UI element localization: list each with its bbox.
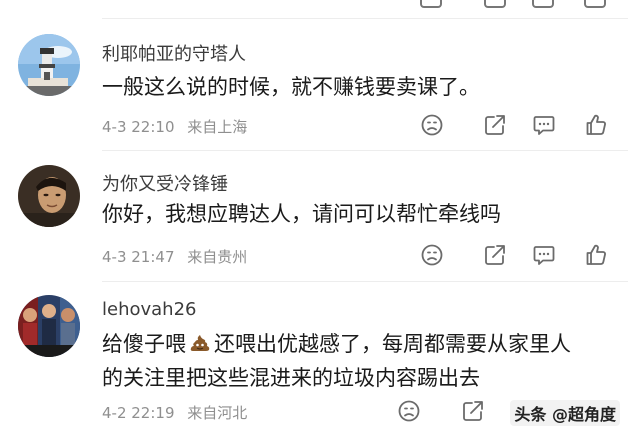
comment-meta: 4-3 22:10 来自上海 bbox=[102, 116, 255, 137]
thumbs-up-icon bbox=[586, 114, 606, 135]
like-button[interactable] bbox=[583, 242, 609, 268]
comment-location: 来自上海 bbox=[187, 118, 248, 136]
previous-comment-fragment bbox=[0, 0, 640, 14]
watermark-text: 头条 @超角度 bbox=[514, 405, 616, 424]
dislike-button[interactable] bbox=[419, 112, 445, 138]
dislike-button[interactable] bbox=[419, 242, 445, 268]
thumbs-down-face-icon bbox=[398, 400, 420, 422]
share-button[interactable] bbox=[482, 242, 508, 268]
comment-text: 一般这么说的时候，就不赚钱要卖课了。 bbox=[102, 75, 480, 99]
comment-text-line: 的关注里把这些混进来的垃圾内容踢出去 bbox=[102, 366, 480, 390]
comment-text-line: 给傻子喂 还喂出优越感了，每周都需要从家里人 bbox=[102, 327, 571, 361]
share-icon[interactable] bbox=[484, 0, 506, 8]
comment-location: 来自河北 bbox=[187, 404, 248, 422]
comment-date: 4-3 21:47 bbox=[102, 248, 175, 266]
comment-text-part: 还喂出优越感了，每周都需要从家里人 bbox=[214, 332, 571, 356]
thumbs-down-face-icon bbox=[421, 114, 443, 136]
reply-button[interactable] bbox=[531, 112, 557, 138]
dislike-button[interactable] bbox=[396, 398, 422, 424]
avatar[interactable] bbox=[18, 165, 80, 227]
share-button[interactable] bbox=[460, 398, 486, 424]
poop-emoji-icon bbox=[190, 335, 210, 351]
reply-button[interactable] bbox=[531, 242, 557, 268]
comment-location: 来自贵州 bbox=[187, 248, 248, 266]
comment-icon[interactable] bbox=[532, 0, 554, 8]
comment-date: 4-2 22:19 bbox=[102, 404, 175, 422]
comment-icon bbox=[533, 246, 555, 265]
share-icon bbox=[485, 245, 505, 265]
avatar[interactable] bbox=[18, 34, 80, 96]
share-icon bbox=[463, 401, 483, 421]
comment-icon bbox=[533, 116, 555, 135]
username[interactable]: 为你又受冷锋锤 bbox=[102, 170, 228, 196]
share-icon bbox=[485, 115, 505, 135]
divider bbox=[102, 18, 628, 19]
like-button[interactable] bbox=[583, 112, 609, 138]
avatar[interactable] bbox=[18, 295, 80, 357]
comment-meta: 4-3 21:47 来自贵州 bbox=[102, 246, 255, 267]
comment-text: 你好，我想应聘达人，请问可以帮忙牵线吗 bbox=[102, 202, 501, 226]
divider bbox=[102, 150, 628, 151]
thumbs-down-face-icon bbox=[421, 244, 443, 266]
share-button[interactable] bbox=[482, 112, 508, 138]
divider bbox=[102, 281, 628, 282]
watermark: 头条 @超角度 bbox=[510, 400, 620, 426]
dislike-icon[interactable] bbox=[420, 0, 442, 8]
thumbs-up-icon bbox=[586, 244, 606, 265]
comment-meta: 4-2 22:19 来自河北 bbox=[102, 402, 255, 423]
username[interactable]: 利耶帕亚的守塔人 bbox=[102, 40, 246, 66]
comment-date: 4-3 22:10 bbox=[102, 118, 175, 136]
comment-text-part: 给傻子喂 bbox=[102, 332, 186, 356]
username[interactable]: lehovah26 bbox=[102, 299, 197, 320]
like-icon[interactable] bbox=[584, 0, 606, 8]
